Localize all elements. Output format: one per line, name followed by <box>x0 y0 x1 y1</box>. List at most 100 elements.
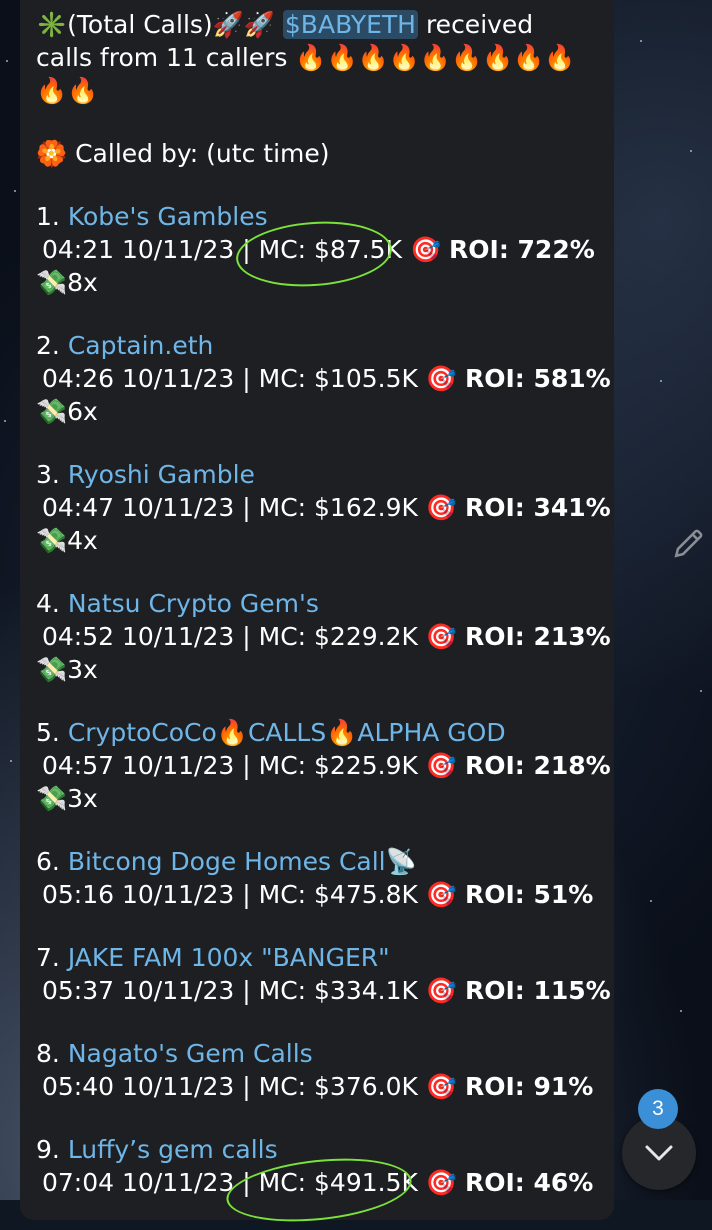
star-dot <box>660 380 662 382</box>
star-dot <box>14 190 16 192</box>
caller-link[interactable]: Ryoshi Gamble <box>68 460 255 489</box>
money-wings-icon: 💸 <box>36 268 68 297</box>
call-index: 6. <box>36 847 60 876</box>
caller-link[interactable]: Nagato's Gem Calls <box>68 1039 313 1068</box>
pencil-icon[interactable] <box>672 526 706 560</box>
call-multiplier-line: 💸8x <box>36 266 596 299</box>
call-item: 6. Bitcong Doge Homes Call📡 05:16 10/11/2… <box>36 845 596 911</box>
call-index: 4. <box>36 589 60 618</box>
caller-link[interactable]: Captain.eth <box>68 331 214 360</box>
separator: | <box>242 880 251 909</box>
star-dot <box>690 150 692 152</box>
caller-link[interactable]: Kobe's Gambles <box>68 202 268 231</box>
call-caller-line: 3. Ryoshi Gamble <box>36 458 596 491</box>
call-time: 07:04 10/11/23 <box>42 1168 235 1197</box>
market-cap: MC: $229.2K <box>258 622 418 651</box>
separator: | <box>242 622 251 651</box>
call-stats-line: 04:52 10/11/23 | MC: $229.2K 🎯 ROI: 213% <box>36 620 611 653</box>
call-index: 2. <box>36 331 60 360</box>
multiplier: 6x <box>67 397 98 426</box>
separator: | <box>242 1168 251 1197</box>
call-stats-line: 05:40 10/11/23 | MC: $376.0K 🎯 ROI: 91% <box>36 1070 596 1103</box>
target-icon: 🎯 <box>425 880 457 909</box>
call-stats-line: 07:04 10/11/23 | MC: $491.5K 🎯 ROI: 46% <box>36 1166 596 1199</box>
separator: | <box>242 235 251 264</box>
target-icon: 🎯 <box>425 1168 457 1197</box>
market-cap: MC: $105.5K <box>258 364 418 393</box>
call-caller-line: 7. JAKE FAM 100x "BANGER" <box>36 941 596 974</box>
fire-icon: 🔥🔥 <box>36 76 99 105</box>
star-dot <box>680 1010 682 1012</box>
call-time: 04:21 10/11/23 <box>42 235 235 264</box>
call-caller-line: 5. CryptoCoCo🔥CALLS🔥ALPHA GOD <box>36 716 596 749</box>
call-stats-line: 04:26 10/11/23 | MC: $105.5K 🎯 ROI: 581% <box>36 362 611 395</box>
star-dot <box>700 690 702 692</box>
target-icon: 🎯 <box>425 493 457 522</box>
call-caller-line: 8. Nagato's Gem Calls <box>36 1037 596 1070</box>
unread-badge: 3 <box>638 1089 678 1129</box>
call-stats-line: 04:57 10/11/23 | MC: $225.9K 🎯 ROI: 218% <box>36 749 611 782</box>
sparkle-icon: ✳️ <box>36 10 68 39</box>
call-caller-line: 4. Natsu Crypto Gem's <box>36 587 596 620</box>
multiplier: 3x <box>67 655 98 684</box>
calls-list: 1. Kobe's Gambles 04:21 10/11/23 | MC: $8… <box>36 200 611 1199</box>
rosette-icon: 🏵️ <box>36 139 68 168</box>
call-time: 04:52 10/11/23 <box>42 622 235 651</box>
money-wings-icon: 💸 <box>36 784 68 813</box>
call-multiplier-line: 💸3x <box>36 782 596 815</box>
fire-icon: 🔥🔥🔥🔥🔥🔥🔥🔥🔥 <box>295 43 576 72</box>
header-title: (Total Calls) <box>67 10 213 39</box>
roi-value: ROI: 581% <box>464 364 611 393</box>
target-icon: 🎯 <box>425 976 457 1005</box>
market-cap: MC: $491.5K <box>258 1168 418 1197</box>
call-caller-line: 1. Kobe's Gambles <box>36 200 596 233</box>
caller-link[interactable]: CryptoCoCo🔥CALLS🔥ALPHA GOD <box>68 718 506 747</box>
money-wings-icon: 💸 <box>36 526 68 555</box>
star-dot <box>10 760 12 762</box>
separator: | <box>242 493 251 522</box>
caller-link[interactable]: Bitcong Doge Homes Call📡 <box>68 847 417 876</box>
multiplier: 8x <box>67 268 98 297</box>
call-multiplier-line: 💸6x <box>36 395 596 428</box>
call-index: 5. <box>36 718 60 747</box>
separator: | <box>242 976 251 1005</box>
caller-link[interactable]: JAKE FAM 100x "BANGER" <box>68 943 390 972</box>
call-item: 2. Captain.eth 04:26 10/11/23 | MC: $105.… <box>36 329 611 428</box>
caller-link[interactable]: Luffy’s gem calls <box>68 1135 278 1164</box>
call-stats-line: 05:16 10/11/23 | MC: $475.8K 🎯 ROI: 51% <box>36 878 596 911</box>
roi-value: ROI: 722% <box>449 235 595 264</box>
call-item: 1. Kobe's Gambles 04:21 10/11/23 | MC: $8… <box>36 200 596 299</box>
roi-value: ROI: 218% <box>464 751 611 780</box>
market-cap: MC: $87.5K <box>258 235 402 264</box>
call-item: 8. Nagato's Gem Calls 05:40 10/11/23 | MC… <box>36 1037 596 1103</box>
call-item: 7. JAKE FAM 100x "BANGER" 05:37 10/11/23 … <box>36 941 611 1007</box>
market-cap: MC: $376.0K <box>258 1072 418 1101</box>
money-wings-icon: 💸 <box>36 655 68 684</box>
call-index: 3. <box>36 460 60 489</box>
roi-value: ROI: 46% <box>464 1168 594 1197</box>
call-time: 04:57 10/11/23 <box>42 751 235 780</box>
call-stats-line: 04:47 10/11/23 | MC: $162.9K 🎯 ROI: 341% <box>36 491 611 524</box>
separator: | <box>242 751 251 780</box>
call-time: 05:37 10/11/23 <box>42 976 235 1005</box>
target-icon: 🎯 <box>425 364 457 393</box>
call-item: 5. CryptoCoCo🔥CALLS🔥ALPHA GOD 04:57 10/11… <box>36 716 611 815</box>
called-by-line: 🏵️ Called by: (utc time) <box>36 137 596 170</box>
rocket-icon: 🚀🚀 <box>212 10 275 39</box>
market-cap: MC: $162.9K <box>258 493 418 522</box>
header-line-2: calls from 11 callers 🔥🔥🔥🔥🔥🔥🔥🔥🔥 <box>36 41 596 74</box>
call-caller-line: 9. Luffy’s gem calls <box>36 1133 596 1166</box>
callers-count-text: calls from 11 callers <box>36 43 288 72</box>
star-dot <box>4 420 6 422</box>
roi-value: ROI: 213% <box>464 622 611 651</box>
caller-link[interactable]: Natsu Crypto Gem's <box>68 589 319 618</box>
multiplier: 4x <box>67 526 98 555</box>
call-index: 8. <box>36 1039 60 1068</box>
call-item: 4. Natsu Crypto Gem's 04:52 10/11/23 | MC… <box>36 587 611 686</box>
call-item: 9. Luffy’s gem calls 07:04 10/11/23 | MC:… <box>36 1133 596 1199</box>
message-text: ✳️(Total Calls)🚀🚀 $BABYETH received call… <box>36 8 611 1229</box>
call-time: 04:26 10/11/23 <box>42 364 235 393</box>
call-index: 7. <box>36 943 60 972</box>
ticker-hashtag[interactable]: $BABYETH <box>282 10 418 39</box>
header-line-3: 🔥🔥 <box>36 74 596 107</box>
